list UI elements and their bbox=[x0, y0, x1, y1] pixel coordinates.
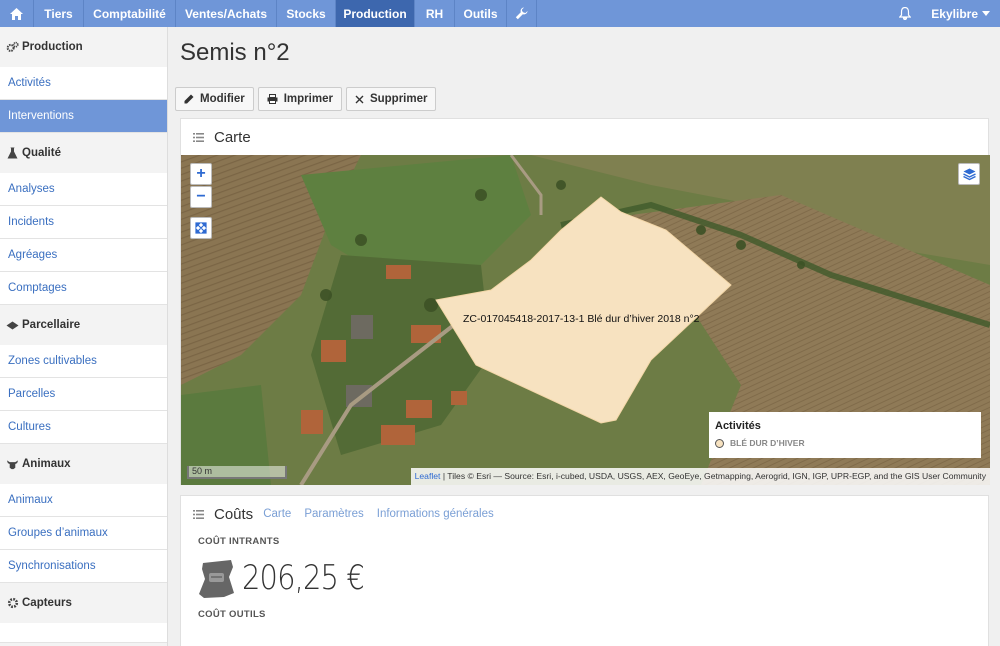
map-panel-title: Carte bbox=[214, 128, 251, 146]
sidebar-section-qualite: Qualité bbox=[0, 133, 167, 173]
map-view[interactable]: ZC-017045418-2017-13-1 Blé dur d’hiver 2… bbox=[181, 155, 990, 485]
zoom-in-button[interactable]: + bbox=[190, 163, 212, 185]
delete-button[interactable]: Supprimer bbox=[345, 87, 437, 111]
settings-button[interactable] bbox=[507, 0, 537, 27]
home-button[interactable] bbox=[0, 0, 34, 27]
edit-button-label: Modifier bbox=[200, 93, 245, 105]
map-attribution: Leaflet | Tiles © Esri — Source: Esri, i… bbox=[410, 468, 990, 485]
sidebar-item-synchronisations[interactable]: Synchronisations bbox=[0, 550, 167, 583]
tools-cost-label: COÛT OUTILS bbox=[198, 609, 266, 620]
inputs-cost-value: 206,25 € bbox=[242, 558, 365, 598]
nav-outils[interactable]: Outils bbox=[455, 0, 507, 27]
nav-production[interactable]: Production bbox=[336, 0, 415, 27]
map-panel: Carte ZC-017045418-2017-13-1 Blé dur d’h… bbox=[180, 118, 990, 485]
nav-comptabilite[interactable]: Comptabilité bbox=[84, 0, 176, 27]
sidebar-section-title: Animaux bbox=[22, 458, 71, 470]
sidebar-section-capteurs: Capteurs bbox=[0, 583, 167, 623]
sidebar: Production Activités Interventions Quali… bbox=[0, 27, 168, 646]
sidebar-item-groupes-animaux[interactable]: Groupes d’animaux bbox=[0, 517, 167, 550]
map-icon bbox=[6, 319, 19, 332]
sidebar-item-zones-cultivables[interactable]: Zones cultivables bbox=[0, 345, 167, 378]
tab-informations-generales[interactable]: Informations générales bbox=[377, 508, 494, 520]
flask-icon bbox=[6, 147, 19, 160]
map-panel-header: Carte bbox=[181, 119, 988, 155]
sidebar-item-comptages[interactable]: Comptages bbox=[0, 272, 167, 305]
delete-button-label: Supprimer bbox=[369, 93, 428, 105]
sidebar-item-parcelles[interactable]: Parcelles bbox=[0, 378, 167, 411]
close-icon bbox=[355, 95, 364, 103]
nav-rh[interactable]: RH bbox=[415, 0, 455, 27]
costs-body: COÛT INTRANTS 206,25 € COÛT OUTILS bbox=[181, 536, 988, 620]
sidebar-item-animaux[interactable]: Animaux bbox=[0, 484, 167, 517]
edit-button[interactable]: Modifier bbox=[175, 87, 254, 111]
map-legend: Activités BLÉ DUR D’HIVER bbox=[709, 412, 981, 458]
sidebar-section-title: Qualité bbox=[22, 147, 61, 159]
notifications-button[interactable] bbox=[887, 0, 923, 27]
page-title: Semis n°2 bbox=[180, 39, 290, 66]
costs-panel-title: Coûts bbox=[214, 505, 254, 523]
sidebar-item-activites[interactable]: Activités bbox=[0, 67, 167, 100]
sack-icon bbox=[199, 560, 234, 598]
inputs-cost-row: 206,25 € bbox=[198, 557, 971, 599]
home-icon bbox=[10, 7, 23, 20]
gears-icon bbox=[6, 41, 19, 54]
sidebar-section-animaux: Animaux bbox=[0, 444, 167, 484]
sidebar-section-title: Production bbox=[22, 41, 83, 53]
inputs-cost-label: COÛT INTRANTS bbox=[198, 536, 280, 547]
zoom-out-button[interactable]: − bbox=[190, 186, 212, 208]
cow-icon bbox=[6, 458, 19, 471]
user-name: Ekylibre bbox=[931, 6, 978, 21]
wrench-icon bbox=[515, 7, 528, 20]
nav-stocks[interactable]: Stocks bbox=[277, 0, 336, 27]
expand-icon bbox=[195, 222, 207, 234]
user-menu[interactable]: Ekylibre bbox=[923, 0, 1000, 27]
attribution-text: | Tiles © Esri — Source: Esri, i-cubed, … bbox=[440, 471, 986, 481]
legend-item: BLÉ DUR D’HIVER bbox=[715, 438, 975, 448]
sidebar-item-agreages[interactable]: Agréages bbox=[0, 239, 167, 272]
costs-panel-header: Coûts Carte Paramètres Informations géné… bbox=[181, 496, 988, 532]
print-button-label: Imprimer bbox=[283, 93, 333, 105]
list-icon bbox=[193, 509, 204, 519]
layers-button[interactable] bbox=[958, 163, 980, 185]
sidebar-item-cultures[interactable]: Cultures bbox=[0, 411, 167, 444]
costs-panel: Coûts Carte Paramètres Informations géné… bbox=[180, 495, 989, 646]
chevron-down-icon bbox=[982, 11, 990, 16]
tab-carte[interactable]: Carte bbox=[263, 508, 291, 520]
sidebar-section-title: Parcellaire bbox=[22, 319, 81, 331]
sidebar-item-analyses[interactable]: Analyses bbox=[0, 173, 167, 206]
pencil-icon bbox=[184, 94, 194, 104]
sidebar-item-incidents[interactable]: Incidents bbox=[0, 206, 167, 239]
leaflet-link[interactable]: Leaflet bbox=[415, 471, 441, 481]
print-icon bbox=[267, 94, 278, 104]
bell-icon bbox=[899, 7, 912, 20]
tab-parametres[interactable]: Paramètres bbox=[304, 508, 363, 520]
legend-item-label: BLÉ DUR D’HIVER bbox=[730, 438, 805, 448]
sidebar-item-partial[interactable] bbox=[0, 623, 167, 643]
main-content: Semis n°2 Modifier Imprimer Supprimer Ca… bbox=[168, 27, 1000, 646]
print-button[interactable]: Imprimer bbox=[257, 87, 342, 111]
legend-swatch bbox=[715, 438, 724, 448]
list-icon bbox=[193, 132, 204, 142]
sidebar-section-title: Capteurs bbox=[22, 597, 72, 609]
sidebar-section-parcellaire: Parcellaire bbox=[0, 305, 167, 345]
nav-tiers[interactable]: Tiers bbox=[34, 0, 84, 27]
legend-title: Activités bbox=[715, 420, 761, 432]
map-scale: 50 m bbox=[187, 466, 287, 479]
top-navbar: Tiers Comptabilité Ventes/Achats Stocks … bbox=[0, 0, 1000, 27]
parcel-label: ZC-017045418-2017-13-1 Blé dur d’hiver 2… bbox=[463, 313, 700, 325]
nav-ventes-achats[interactable]: Ventes/Achats bbox=[176, 0, 277, 27]
fullscreen-button[interactable] bbox=[190, 217, 212, 239]
sidebar-item-interventions[interactable]: Interventions bbox=[0, 100, 167, 133]
gear-icon bbox=[6, 597, 19, 610]
action-toolbar: Modifier Imprimer Supprimer bbox=[175, 87, 437, 111]
sidebar-section-production: Production bbox=[0, 27, 167, 67]
layers-icon bbox=[962, 168, 976, 180]
